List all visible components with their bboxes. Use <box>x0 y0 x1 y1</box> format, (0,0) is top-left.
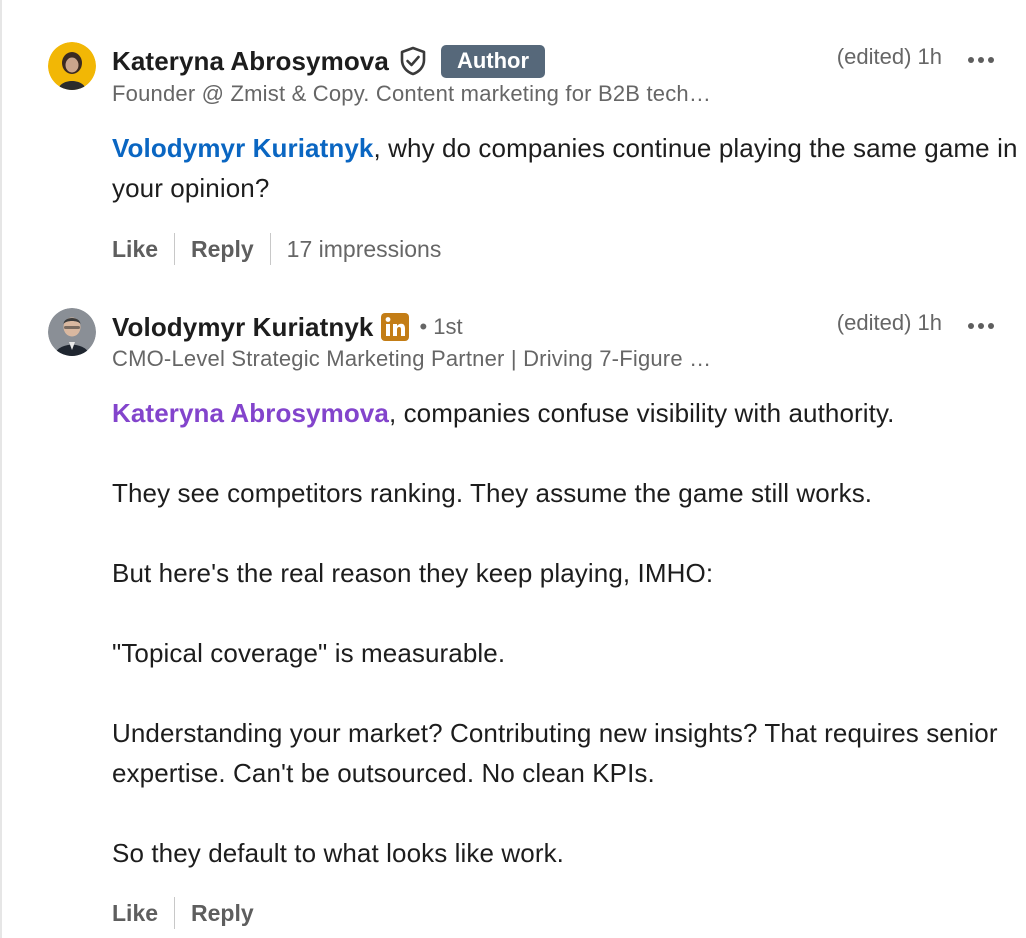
comment-paragraph: But here's the real reason they keep pla… <box>112 558 714 588</box>
comment-paragraph: Understanding your market? Contributing … <box>112 718 998 788</box>
author-headline: CMO-Level Strategic Marketing Partner | … <box>112 346 712 371</box>
avatar[interactable] <box>48 42 96 90</box>
comment-paragraph: They see competitors ranking. They assum… <box>112 478 873 508</box>
comment-meta: (edited) 1h <box>837 310 942 336</box>
impressions-count: 17 impressions <box>286 235 442 262</box>
linkedin-premium-icon <box>381 313 410 341</box>
author-badge: Author <box>440 44 546 78</box>
avatar-photo-icon <box>48 42 96 90</box>
reply-button[interactable]: Reply <box>191 236 254 263</box>
edited-label: (edited) <box>836 310 912 335</box>
action-divider <box>174 897 176 929</box>
comment-body: Kateryna Abrosymova, companies confuse v… <box>112 393 1022 873</box>
connection-degree: • 1st <box>419 314 463 339</box>
more-options-icon[interactable] <box>966 52 996 63</box>
mention-link[interactable]: Kateryna Abrosymova <box>112 398 389 428</box>
comment-meta: (edited) 1h <box>837 44 942 70</box>
edited-label: (edited) <box>836 44 912 69</box>
avatar-photo-icon <box>48 308 96 356</box>
comment-actions: Like Reply <box>112 896 254 930</box>
action-divider <box>269 233 271 265</box>
like-button[interactable]: Like <box>112 236 158 263</box>
comment-header: Volodymyr Kuriatnyk • 1st <box>112 310 946 344</box>
avatar[interactable] <box>48 308 96 356</box>
verified-shield-icon <box>399 46 427 76</box>
thread-line <box>0 0 2 938</box>
author-name[interactable]: Volodymyr Kuriatnyk <box>112 312 373 343</box>
comment-paragraph: "Topical coverage" is measurable. <box>112 638 506 668</box>
comment-actions: Like Reply 17 impressions <box>112 232 441 266</box>
comment-text: , companies confuse visibility with auth… <box>388 398 895 428</box>
comment-body: Volodymyr Kuriatnyk, why do companies co… <box>112 128 1022 208</box>
comment-header: Kateryna Abrosymova Author <box>112 44 946 78</box>
action-divider <box>174 233 176 265</box>
more-options-icon[interactable] <box>966 318 996 329</box>
author-name[interactable]: Kateryna Abrosymova <box>112 46 389 77</box>
author-headline: Founder @ Zmist & Copy. Content marketin… <box>112 81 712 106</box>
reply-button[interactable]: Reply <box>191 900 254 927</box>
timestamp: 1h <box>917 310 942 335</box>
comment-paragraph: So they default to what looks like work. <box>112 838 565 868</box>
mention-link[interactable]: Volodymyr Kuriatnyk <box>112 133 373 163</box>
timestamp: 1h <box>917 44 942 69</box>
like-button[interactable]: Like <box>112 900 158 927</box>
